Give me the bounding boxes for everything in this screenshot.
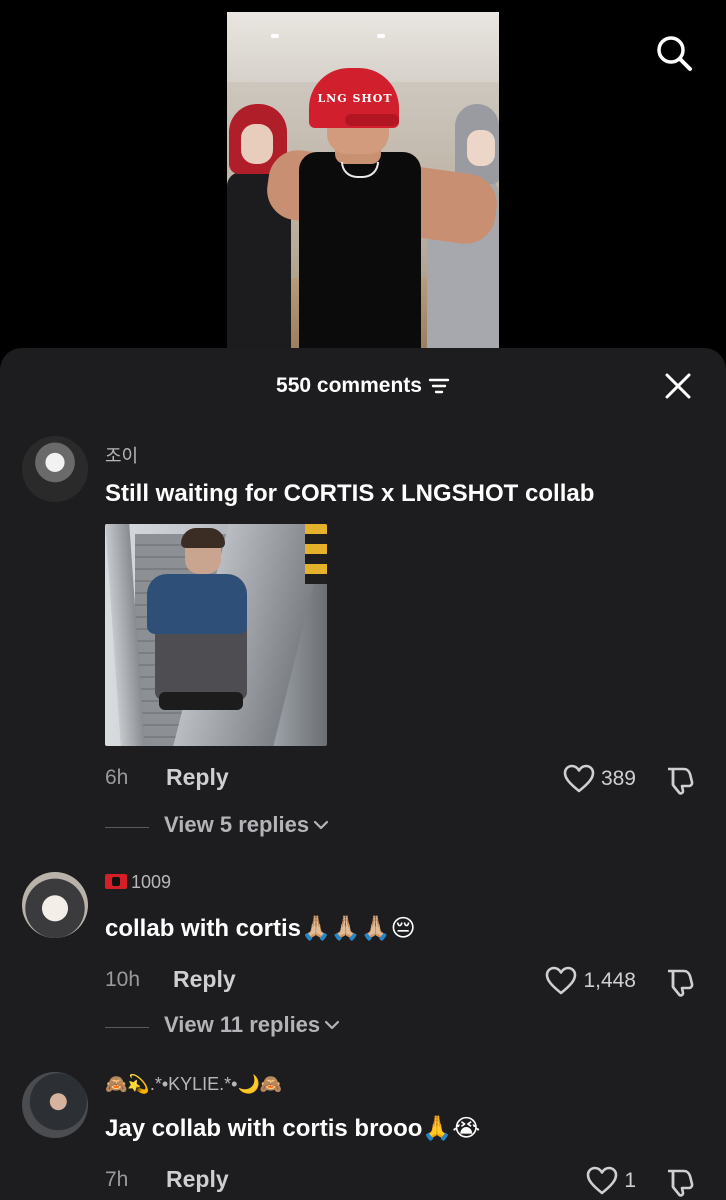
reply-button[interactable]: Reply xyxy=(166,1166,229,1193)
like-count: 1,448 xyxy=(583,969,636,992)
chevron-down-icon xyxy=(325,1020,340,1030)
comment-username[interactable]: 1009 xyxy=(105,872,171,893)
dancer-right-face xyxy=(467,130,495,166)
view-replies-label: View 11 replies xyxy=(164,1012,321,1037)
view-replies-button[interactable]: View 11 replies xyxy=(164,1012,340,1038)
ceiling-light xyxy=(271,34,279,38)
ceiling-light xyxy=(377,34,385,38)
close-button[interactable] xyxy=(664,372,692,400)
comment-username[interactable]: 🙈💫.*•KYLIE.*•🌙🙈 xyxy=(105,1074,282,1095)
albania-flag-icon xyxy=(105,874,127,889)
heart-icon xyxy=(546,966,577,995)
dislike-button[interactable] xyxy=(664,1166,696,1198)
comment-username[interactable]: 조이 xyxy=(105,442,138,468)
like-count: 1 xyxy=(624,1169,636,1192)
like-count: 389 xyxy=(600,767,636,790)
like-button[interactable]: 389 xyxy=(563,764,636,794)
sort-icon xyxy=(428,378,450,394)
comment-time: 7h xyxy=(105,1168,129,1191)
warning-stripe xyxy=(305,524,327,584)
comment-text: Jay collab with cortis brooo🙏😭 xyxy=(105,1115,481,1142)
view-replies-label: View 5 replies xyxy=(164,812,310,837)
like-button[interactable]: 1 xyxy=(586,1166,636,1196)
heart-icon xyxy=(587,1166,618,1195)
comment-time: 10h xyxy=(105,968,141,991)
sort-comments-button[interactable]: 550 comments xyxy=(276,374,450,398)
view-replies-row: View 11 replies xyxy=(0,1012,726,1042)
comment-attached-image[interactable] xyxy=(105,524,327,746)
cap-logo-text: LNG SHOT xyxy=(317,92,393,105)
comment-meta: 7h Reply 1 xyxy=(0,1166,726,1198)
like-button[interactable]: 1,448 xyxy=(545,966,636,996)
dislike-button[interactable] xyxy=(664,764,696,796)
dancer-center xyxy=(299,152,421,348)
person-body xyxy=(147,574,247,634)
thumbs-down-icon xyxy=(668,1169,694,1197)
avatar[interactable] xyxy=(22,872,88,938)
view-replies-row: View 5 replies xyxy=(0,812,726,842)
person-feet xyxy=(159,692,243,710)
view-replies-button[interactable]: View 5 replies xyxy=(164,812,329,838)
reply-button[interactable]: Reply xyxy=(166,764,229,791)
chevron-down-icon xyxy=(314,820,329,830)
avatar[interactable] xyxy=(22,1072,88,1138)
comment-meta: 6h Reply 389 xyxy=(0,764,726,796)
comment-text: Still waiting for CORTIS x LNGSHOT colla… xyxy=(105,480,595,507)
reply-button[interactable]: Reply xyxy=(173,966,236,993)
sheet-header: 550 comments xyxy=(0,370,726,404)
screen: LNG SHOT 550 comments 조이 Still waiting f… xyxy=(0,0,726,1200)
heart-icon xyxy=(563,764,595,793)
comments-sheet: 550 comments 조이 Still waiting for CORTIS… xyxy=(0,348,726,1200)
thumbs-down-icon xyxy=(668,969,694,997)
comment-time: 6h xyxy=(105,766,129,789)
close-icon xyxy=(665,373,691,399)
comment-meta: 10h Reply 1,448 xyxy=(0,966,726,998)
comments-count-row: 550 comments xyxy=(0,374,726,398)
reply-divider xyxy=(105,827,149,828)
comment-text-body: collab with cortis🙏🏼🙏🏼🙏🏼😔 xyxy=(105,915,416,942)
username-text: 1009 xyxy=(131,872,172,892)
person-hair xyxy=(181,528,225,548)
dislike-button[interactable] xyxy=(664,966,696,998)
search-button[interactable] xyxy=(654,33,694,73)
red-cap-brim xyxy=(345,114,399,126)
avatar[interactable] xyxy=(22,436,88,502)
comment-text: collab with cortis🙏🏼🙏🏼🙏🏼😔 xyxy=(105,914,416,943)
search-icon xyxy=(657,36,692,71)
comments-count: 550 comments xyxy=(276,374,422,397)
dancer-left-face xyxy=(241,124,273,164)
reply-divider xyxy=(105,1027,149,1028)
video-player[interactable]: LNG SHOT xyxy=(227,12,499,348)
thumbs-down-icon xyxy=(668,767,694,795)
